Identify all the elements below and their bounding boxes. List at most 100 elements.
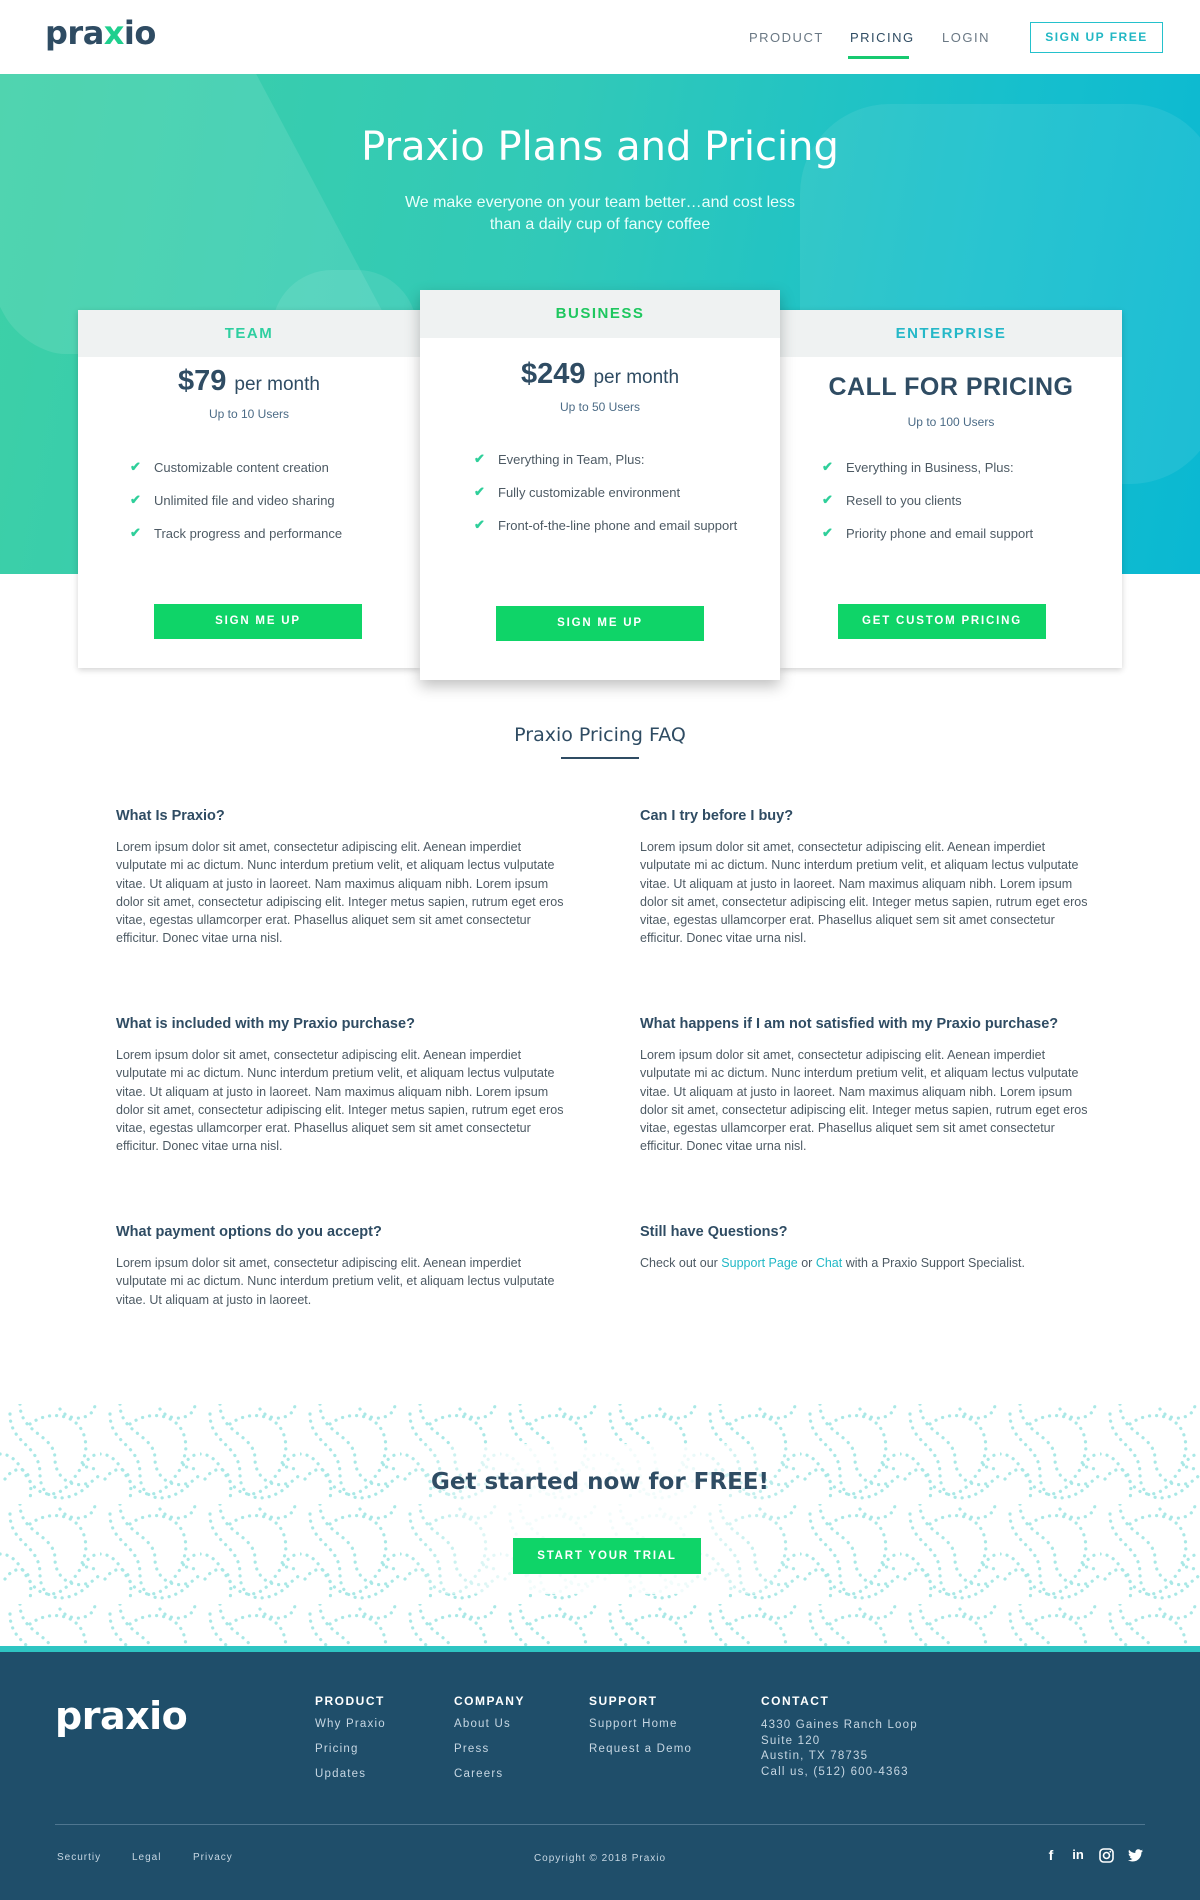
feature-item: ✔ Track progress and performance	[130, 525, 343, 559]
dotted-wave-pattern	[0, 1404, 1200, 1648]
feature-item: ✔ Resell to you clients	[822, 492, 1033, 526]
checkmark-icon: ✔	[474, 517, 485, 532]
answer-text: with a Praxio Support Specialist.	[842, 1256, 1025, 1270]
footer-col-title: CONTACT	[761, 1694, 830, 1708]
faq-item: What payment options do you accept? Lore…	[116, 1224, 571, 1309]
get-custom-pricing-button[interactable]: GET CUSTOM PRICING	[838, 604, 1046, 639]
faq-answer: Lorem ipsum dolor sit amet, consectetur …	[116, 1256, 555, 1307]
checkmark-icon: ✔	[130, 459, 141, 474]
feature-list: ✔ Everything in Business, Plus: ✔ Resell t…	[822, 459, 1034, 559]
feature-item: ✔ Customizable content creation	[130, 459, 342, 493]
plan-name: BUSINESS	[420, 290, 780, 338]
linkedin-icon[interactable]: in	[1069, 1846, 1087, 1864]
footer-link-press[interactable]: Press	[454, 1743, 525, 1768]
answer-text: or	[797, 1256, 816, 1270]
twitter-icon[interactable]	[1126, 1846, 1144, 1864]
call-for-pricing: CALL FOR PRICING	[828, 373, 1074, 401]
price-period: per month	[593, 367, 680, 388]
footer-col-contact: CONTACT 4330 Gaines Ranch Loop Suite 120…	[761, 1694, 918, 1780]
footer-col-title: SUPPORT	[589, 1694, 658, 1708]
sign-up-free-button[interactable]: SIGN UP FREE	[1030, 22, 1163, 53]
logo-text: pra	[45, 14, 104, 52]
faq-answer: Lorem ipsum dolor sit amet, consectetur …	[116, 1048, 564, 1154]
feature-list: ✔ Customizable content creation ✔ Unlimite…	[130, 459, 343, 559]
cta-section: Get started now for FREE! START YOUR TRI…	[0, 1404, 1200, 1648]
chat-link[interactable]: Chat	[816, 1256, 842, 1270]
contact-address-line: 4330 Gaines Ranch Loop	[761, 1719, 918, 1731]
logo-x: x	[103, 14, 125, 52]
faq-item: What Is Praxio? Lorem ipsum dolor sit am…	[116, 808, 571, 948]
feature-item: ✔ Everything in Business, Plus:	[822, 459, 1033, 493]
feature-text: Priority phone and email support	[846, 526, 1034, 541]
feature-item: ✔ Front-of-the-line phone and email suppo…	[474, 517, 738, 551]
faq-question: What happens if I am not satisfied with …	[640, 1016, 1059, 1032]
price-amount: $249	[520, 358, 586, 390]
checkmark-icon: ✔	[822, 525, 833, 540]
site-footer: praxio PRODUCT Why Praxio Pricing Update…	[0, 1652, 1200, 1900]
footer-link-careers[interactable]: Careers	[454, 1768, 525, 1793]
faq-question: What payment options do you accept?	[116, 1224, 382, 1240]
start-your-trial-button[interactable]: START YOUR TRIAL	[513, 1538, 701, 1574]
footer-divider	[55, 1824, 1145, 1825]
nav-active-indicator	[848, 56, 909, 59]
feature-text: Track progress and performance	[154, 526, 343, 541]
faq-question: What Is Praxio?	[116, 808, 225, 824]
page-title: Praxio Plans and Pricing	[361, 124, 839, 170]
price-period: per month	[234, 374, 320, 395]
faq-item-still-have-questions: Still have Questions? Check out our Supp…	[640, 1224, 1095, 1272]
instagram-icon[interactable]	[1097, 1846, 1115, 1864]
logo-text-end: io	[123, 14, 156, 52]
faq-question: Can I try before I buy?	[640, 808, 794, 824]
checkmark-icon: ✔	[822, 492, 833, 507]
feature-list: ✔ Everything in Team, Plus: ✔ Fully custom…	[474, 451, 738, 551]
hero-subtitle: We make everyone on your team better…and…	[404, 194, 796, 233]
footer-link-pricing[interactable]: Pricing	[315, 1743, 386, 1768]
feature-text: Fully customizable environment	[498, 485, 681, 500]
logo-text-end: io	[149, 1694, 188, 1738]
footer-col-title: PRODUCT	[315, 1694, 385, 1708]
footer-logo[interactable]: praxio	[55, 1694, 188, 1738]
footer-col-company: COMPANY About Us Press Careers	[454, 1694, 525, 1793]
footer-link-updates[interactable]: Updates	[315, 1768, 386, 1793]
footer-link-support-home[interactable]: Support Home	[589, 1718, 692, 1743]
contact-address-line: Austin, TX 78735	[761, 1750, 869, 1762]
faq-item: What happens if I am not satisfied with …	[640, 1016, 1095, 1156]
plan-card-enterprise: ENTERPRISE CALL FOR PRICING Up to 100 Us…	[780, 310, 1122, 668]
feature-text: Front-of-the-line phone and email suppor…	[498, 518, 738, 533]
faq-answer: Lorem ipsum dolor sit amet, consectetur …	[640, 840, 1088, 946]
checkmark-icon: ✔	[822, 459, 833, 474]
faq-answer: Check out our Support Page or Chat with …	[640, 1254, 1095, 1272]
plan-name: ENTERPRISE	[780, 310, 1122, 357]
faq-item: What is included with my Praxio purchase…	[116, 1016, 571, 1156]
feature-item: ✔ Everything in Team, Plus:	[474, 451, 737, 485]
footer-col-product: PRODUCT Why Praxio Pricing Updates	[315, 1694, 386, 1793]
faq-title-underline	[561, 757, 639, 759]
logo-x: x	[125, 1694, 150, 1738]
feature-item: ✔ Fully customizable environment	[474, 484, 737, 518]
faq-answer: Lorem ipsum dolor sit amet, consectetur …	[640, 1048, 1088, 1154]
price-amount: $79	[178, 365, 227, 397]
plan-users: Up to 10 Users	[208, 407, 290, 421]
nav-pricing[interactable]: PRICING	[850, 30, 915, 45]
contact-phone[interactable]: Call us, (512) 600-4363	[761, 1765, 918, 1781]
facebook-icon[interactable]: f	[1042, 1846, 1060, 1864]
nav-login[interactable]: LOGIN	[942, 30, 990, 45]
feature-text: Everything in Team, Plus:	[498, 452, 645, 467]
contact-address-line: Suite 120	[761, 1734, 821, 1747]
checkmark-icon: ✔	[474, 451, 485, 466]
plan-price: $249 per month	[420, 358, 780, 391]
team-sign-me-up-button[interactable]: SIGN ME UP	[154, 604, 362, 639]
praxio-logo[interactable]: praxio	[45, 14, 156, 52]
nav-product[interactable]: PRODUCT	[749, 30, 824, 45]
feature-text: Customizable content creation	[154, 460, 329, 475]
footer-link-request-demo[interactable]: Request a Demo	[589, 1743, 692, 1768]
support-page-link[interactable]: Support Page	[721, 1256, 797, 1270]
faq-answer: Lorem ipsum dolor sit amet, consectetur …	[116, 840, 564, 946]
feature-item: ✔ Priority phone and email support	[822, 525, 1034, 559]
plan-name: TEAM	[78, 310, 420, 357]
business-sign-me-up-button[interactable]: SIGN ME UP	[496, 606, 704, 641]
footer-link-why-praxio[interactable]: Why Praxio	[315, 1718, 386, 1743]
footer-link-about-us[interactable]: About Us	[454, 1718, 525, 1743]
plan-card-team: TEAM $79 per month Up to 10 Users ✔ Custom…	[78, 310, 420, 668]
plan-card-business: BUSINESS $249 per month Up to 50 Users ✔ E…	[420, 290, 780, 680]
